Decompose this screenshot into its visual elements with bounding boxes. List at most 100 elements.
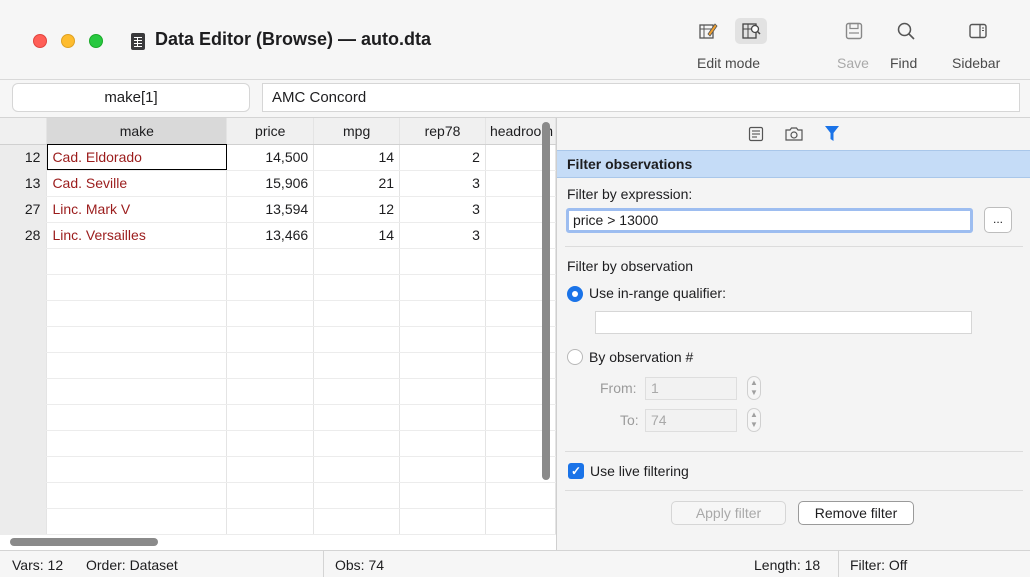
cell-price[interactable]: 15,906 [226, 170, 315, 197]
browse-grid-icon [735, 18, 767, 44]
tab-snapshots[interactable] [782, 122, 806, 146]
sidebar-toggle-button[interactable] [966, 18, 990, 44]
expression-builder-button[interactable]: ... [984, 207, 1012, 233]
by-observation-label: By observation # [589, 349, 694, 365]
table-row: 12 Cad. Eldorado 14,500 14 2 [0, 144, 556, 171]
separator [565, 246, 1023, 247]
sidebar-icon [969, 23, 987, 39]
save-icon [845, 22, 863, 40]
column-header-rep78[interactable]: rep78 [399, 118, 486, 145]
cell-mpg[interactable]: 14 [313, 222, 401, 249]
status-bar: Vars: 12 Order: Dataset Obs: 74 Length: … [0, 550, 1030, 577]
row-number[interactable]: 12 [0, 144, 48, 171]
empty-row [0, 274, 556, 301]
cell-mpg[interactable]: 12 [313, 196, 401, 223]
cell-price[interactable]: 13,466 [226, 222, 315, 249]
tab-properties[interactable] [744, 122, 768, 146]
filter-sidebar: Filter observations Filter by expression… [557, 118, 1030, 550]
table-row: 28 Linc. Versailles 13,466 14 3 [0, 222, 556, 249]
vertical-scrollbar[interactable] [542, 122, 550, 480]
empty-row [0, 248, 556, 275]
save-button[interactable] [842, 18, 866, 44]
empty-row [0, 326, 556, 353]
empty-row [0, 430, 556, 457]
search-icon [897, 22, 915, 40]
column-header-mpg[interactable]: mpg [313, 118, 401, 145]
row-number[interactable]: 27 [0, 196, 48, 223]
status-obs: Obs: 74 [335, 557, 385, 573]
row-number[interactable]: 28 [0, 222, 48, 249]
cell-make[interactable]: Cad. Eldorado [46, 144, 228, 171]
column-header-make[interactable]: make [46, 118, 228, 145]
cell-make[interactable]: Linc. Versailles [46, 222, 228, 249]
filter-observation-label: Filter by observation [567, 258, 694, 274]
close-window-button[interactable] [33, 34, 47, 48]
status-length: Length: 18 [754, 557, 821, 573]
empty-row [0, 482, 556, 509]
separator [565, 490, 1023, 491]
separator [565, 451, 1023, 452]
filter-icon [824, 125, 839, 141]
cell-rep78[interactable]: 3 [399, 196, 486, 223]
camera-icon [784, 126, 803, 141]
cell-name-field[interactable]: make[1] [12, 83, 250, 112]
edit-mode-button[interactable] [692, 18, 724, 44]
edit-mode-label: Edit mode [697, 55, 761, 71]
status-filter: Filter: Off [850, 557, 908, 573]
filter-expression-label: Filter by expression: [567, 186, 693, 202]
data-editor-icon [131, 33, 145, 50]
status-vars: Vars: 12 [12, 557, 64, 573]
list-icon [748, 126, 763, 141]
empty-row [0, 404, 556, 431]
to-stepper[interactable]: ▲ ▼ [747, 408, 761, 432]
to-label: To: [620, 412, 639, 428]
status-separator [323, 551, 324, 577]
live-filtering-label: Use live filtering [590, 463, 689, 479]
in-range-radio[interactable] [567, 286, 583, 302]
horizontal-scrollbar[interactable] [10, 538, 158, 546]
cell-rep78[interactable]: 3 [399, 170, 486, 197]
filter-expression-input[interactable]: price > 13000 [566, 208, 973, 233]
cell-value-field[interactable]: AMC Concord [262, 83, 1020, 112]
edit-pencil-icon [692, 18, 724, 44]
find-button[interactable] [894, 18, 918, 44]
sidebar-tabs [557, 118, 1030, 149]
live-filtering-checkbox[interactable]: ✓ [568, 463, 584, 479]
empty-row [0, 352, 556, 379]
cell-make[interactable]: Linc. Mark V [46, 196, 228, 223]
row-number[interactable]: 13 [0, 170, 48, 197]
sidebar-label: Sidebar [952, 55, 1001, 71]
cell-mpg[interactable]: 14 [313, 144, 401, 171]
apply-filter-button[interactable]: Apply filter [671, 501, 786, 525]
cell-price[interactable]: 14,500 [226, 144, 315, 171]
browse-mode-button[interactable] [735, 18, 767, 44]
cell-price[interactable]: 13,594 [226, 196, 315, 223]
column-header-price[interactable]: price [226, 118, 315, 145]
find-label: Find [890, 55, 918, 71]
row-header-corner[interactable] [0, 118, 48, 145]
save-label: Save [837, 55, 869, 71]
table-row: 13 Cad. Seville 15,906 21 3 [0, 170, 556, 197]
grid-header-row: make price mpg rep78 headroom [0, 118, 556, 145]
cell-rep78[interactable]: 2 [399, 144, 486, 171]
window-title: Data Editor (Browse) — auto.dta [155, 29, 432, 49]
data-grid[interactable]: make price mpg rep78 headroom 12 Cad. El… [0, 118, 556, 550]
minimize-window-button[interactable] [61, 34, 75, 48]
remove-filter-button[interactable]: Remove filter [798, 501, 914, 525]
cell-mpg[interactable]: 21 [313, 170, 401, 197]
status-separator [838, 551, 839, 577]
zoom-window-button[interactable] [89, 34, 103, 48]
tab-filter[interactable] [820, 122, 844, 146]
cell-make[interactable]: Cad. Seville [46, 170, 228, 197]
by-observation-radio[interactable] [567, 349, 583, 365]
table-row: 27 Linc. Mark V 13,594 12 3 [0, 196, 556, 223]
status-order: Order: Dataset [86, 557, 178, 573]
in-range-input[interactable] [595, 311, 972, 334]
section-header-filter: Filter observations [557, 150, 1030, 178]
empty-row [0, 300, 556, 327]
from-input[interactable]: 1 [645, 377, 737, 400]
from-stepper[interactable]: ▲ ▼ [747, 376, 761, 400]
empty-row [0, 508, 556, 535]
to-input[interactable]: 74 [645, 409, 737, 432]
cell-rep78[interactable]: 3 [399, 222, 486, 249]
